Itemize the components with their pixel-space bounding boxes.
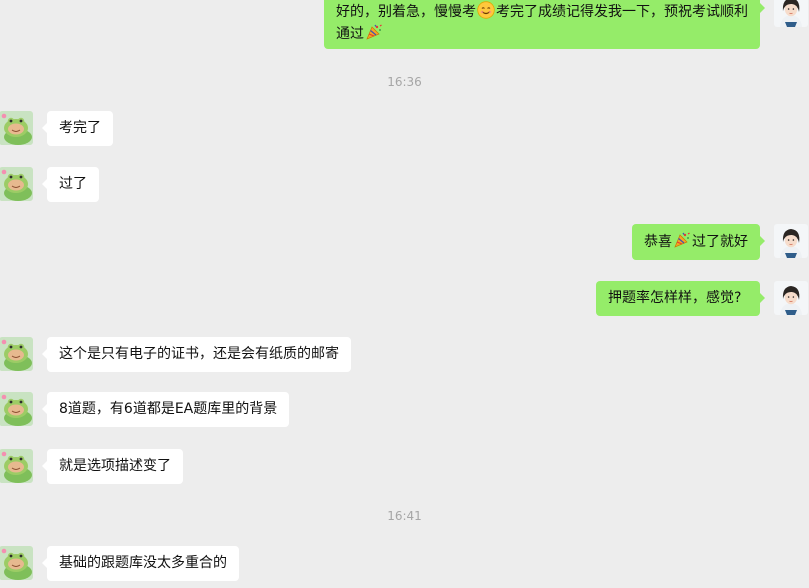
message-bubble-incoming[interactable]: 就是选项描述变了 (42, 449, 183, 484)
message-text: 过了就好 (692, 234, 748, 250)
message-text: 这个是只有电子的证书，还是会有纸质的邮寄 (59, 346, 339, 362)
message-bubble-incoming[interactable]: 基础的跟题库没太多重合的 (42, 546, 239, 581)
message-bubble-outgoing[interactable]: 恭喜 过了就好 (632, 224, 765, 260)
woman-avatar-icon (774, 224, 808, 258)
woman-avatar-icon (774, 0, 808, 27)
woman-avatar-icon (774, 281, 808, 315)
message-text: 考完了 (59, 120, 101, 136)
avatar[interactable] (0, 337, 33, 371)
message-bubble-outgoing[interactable]: 押题率怎样样，感觉? (596, 281, 765, 316)
smile-emoji-icon (477, 1, 495, 19)
frog-avatar-icon (0, 337, 33, 371)
timestamp: 16:41 (387, 509, 422, 523)
message-text: 押题率怎样样，感觉? (608, 290, 742, 306)
chat-window: 好的，别着急，慢慢考 考完了成绩记得发我一下，预祝考试顺利通过 16:36 考完了… (0, 0, 809, 588)
message-text: 8道题，有6道都是EA题库里的背景 (59, 401, 278, 417)
avatar[interactable] (774, 0, 808, 27)
party-popper-emoji-icon (365, 23, 383, 41)
frog-avatar-icon (0, 111, 33, 145)
avatar[interactable] (0, 546, 33, 580)
avatar[interactable] (0, 449, 33, 483)
frog-avatar-icon (0, 167, 33, 201)
frog-avatar-icon (0, 546, 33, 580)
message-text: 通过 (336, 26, 364, 42)
message-bubble-outgoing[interactable]: 好的，别着急，慢慢考 考完了成绩记得发我一下，预祝考试顺利通过 (324, 0, 765, 49)
message-text: 恭喜 (644, 234, 672, 250)
party-popper-emoji-icon (673, 231, 691, 249)
avatar[interactable] (0, 111, 33, 145)
avatar[interactable] (0, 392, 33, 426)
frog-avatar-icon (0, 392, 33, 426)
message-text: 好的，别着急，慢慢考 (336, 4, 476, 20)
message-bubble-incoming[interactable]: 8道题，有6道都是EA题库里的背景 (41, 392, 290, 427)
message-text: 过了 (59, 176, 87, 192)
message-bubble-incoming[interactable]: 这个是只有电子的证书，还是会有纸质的邮寄 (42, 337, 351, 372)
message-text: 基础的跟题库没太多重合的 (59, 555, 227, 571)
timestamp: 16:36 (387, 75, 422, 89)
message-text: 考完了成绩记得发我一下，预祝考试顺利 (496, 4, 748, 20)
avatar[interactable] (774, 224, 808, 258)
avatar[interactable] (774, 281, 808, 315)
avatar[interactable] (0, 167, 33, 201)
message-bubble-incoming[interactable]: 考完了 (42, 111, 113, 146)
frog-avatar-icon (0, 449, 33, 483)
message-bubble-incoming[interactable]: 过了 (42, 167, 99, 202)
message-text: 就是选项描述变了 (59, 458, 171, 474)
